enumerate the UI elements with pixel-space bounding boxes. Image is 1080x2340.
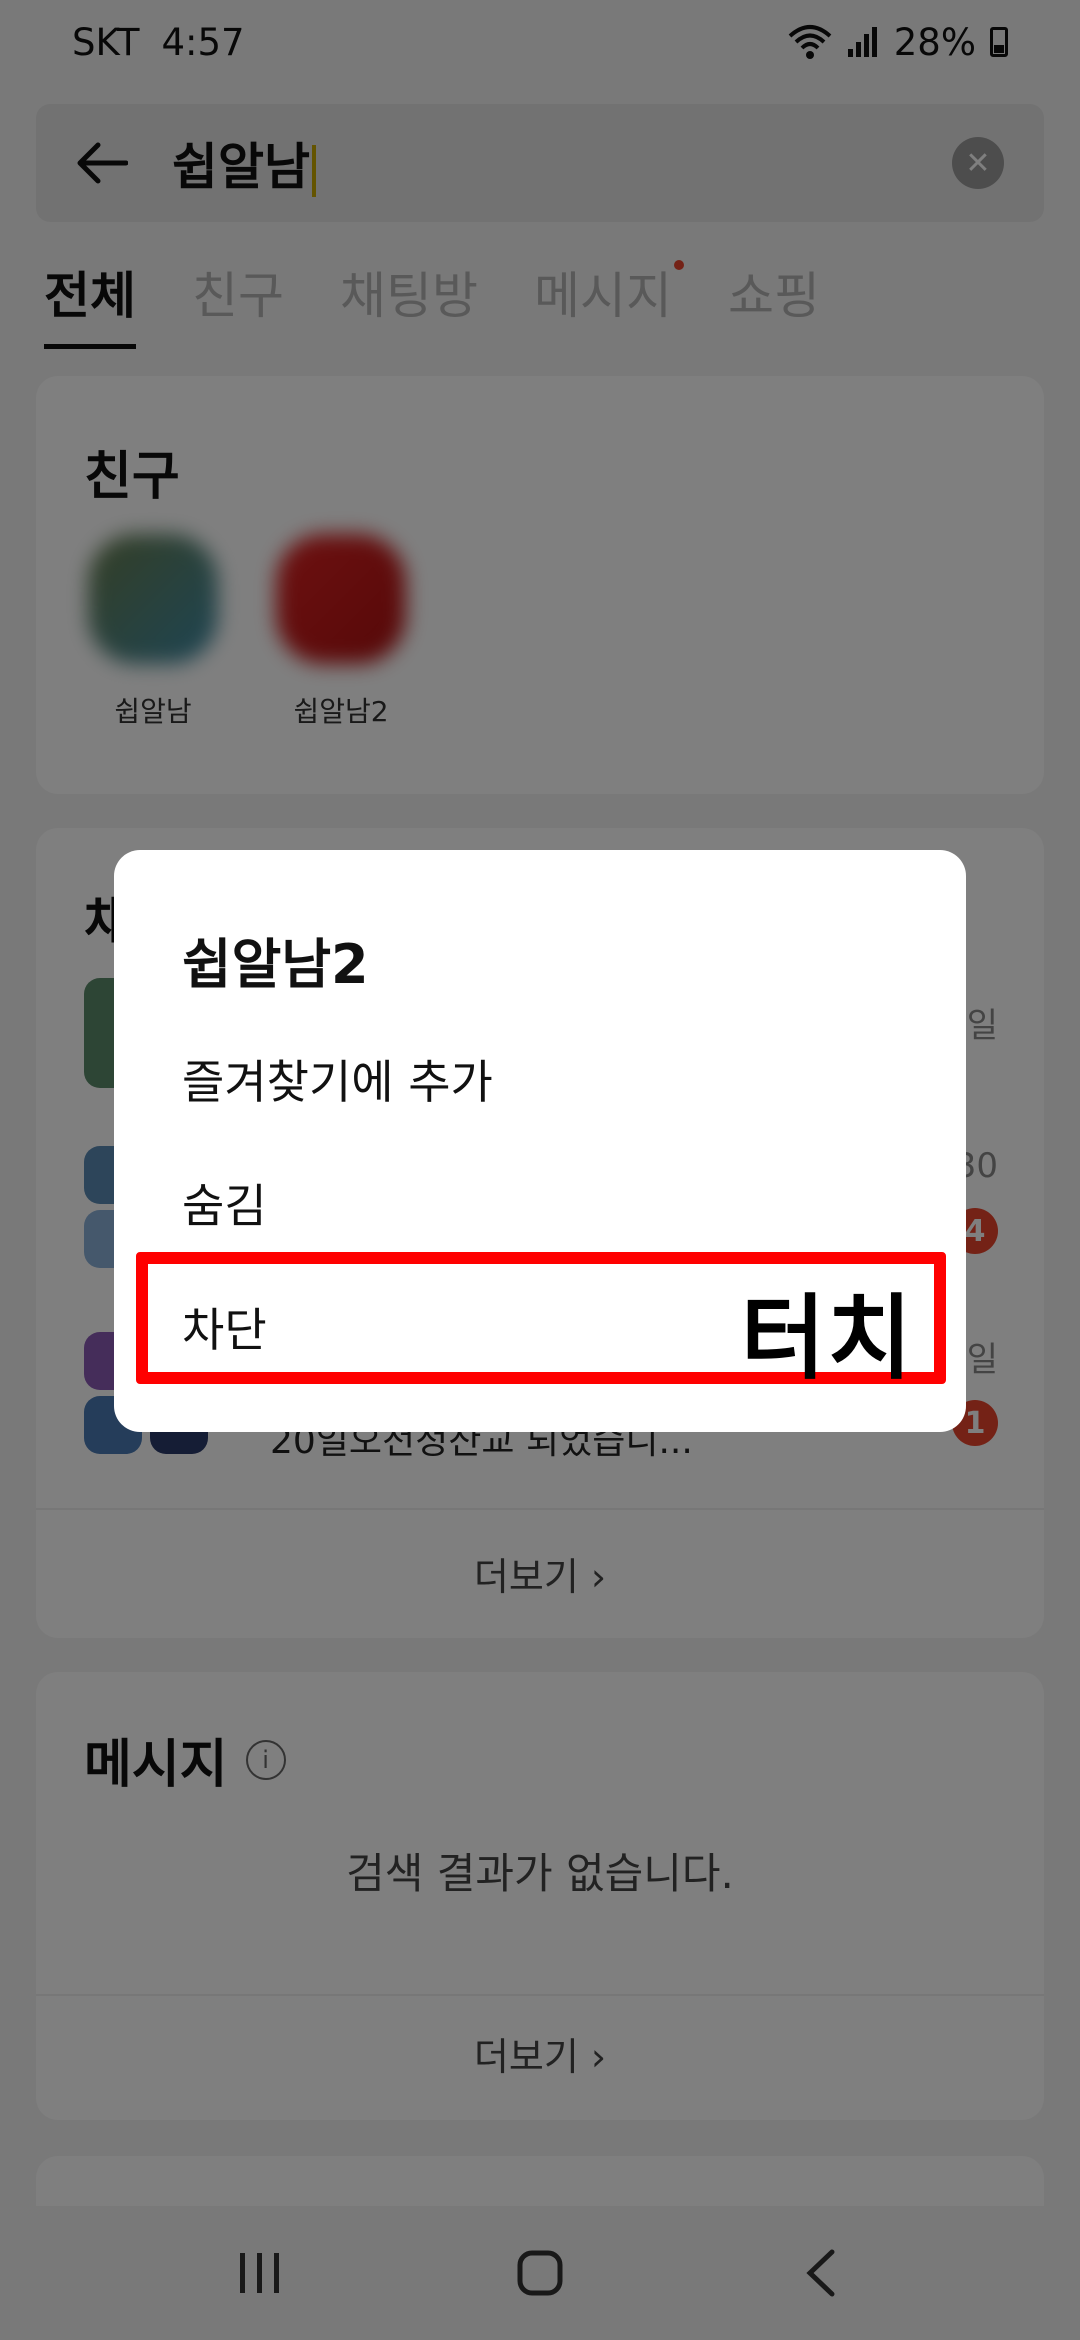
touch-annotation: 터치	[740, 1285, 914, 1392]
dialog-title: 쉽알남2	[182, 933, 369, 996]
hide-option[interactable]: 숨김	[182, 1170, 267, 1236]
add-to-favorites-option[interactable]: 즐겨찾기에 추가	[182, 1046, 493, 1112]
friend-context-menu: 쉽알남2 즐겨찾기에 추가 숨김 차단 터치	[114, 850, 966, 1432]
navigation-bar-shade	[0, 2206, 1080, 2340]
